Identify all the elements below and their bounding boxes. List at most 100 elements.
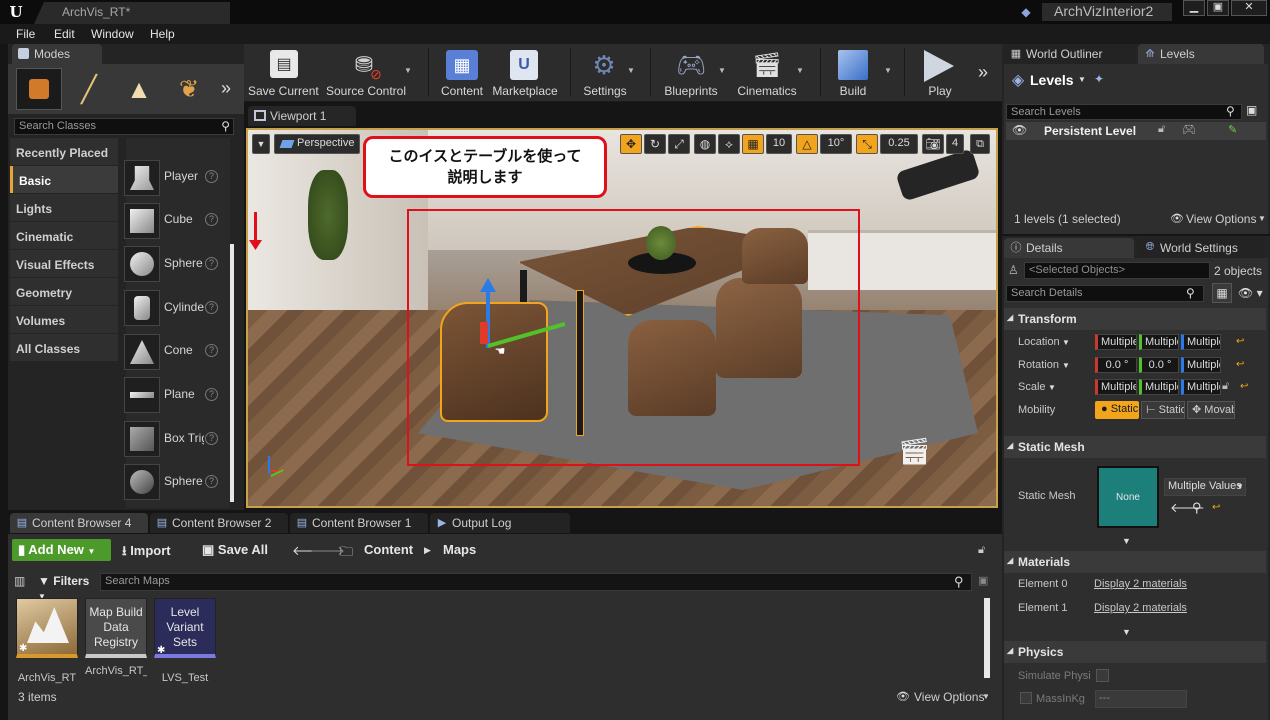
tab-world-settings[interactable]: 🌐︎ World Settings (1138, 238, 1264, 258)
more-toolbar-icon[interactable]: » (978, 62, 988, 83)
surface-snap-icon[interactable]: ⟡ (718, 134, 740, 154)
search-icon[interactable]: ⚲ (1186, 286, 1195, 300)
translate-tool-icon[interactable]: ✥ (620, 134, 642, 154)
chevron-down-icon[interactable]: ▼ (796, 66, 804, 75)
class-cylinder-label[interactable]: Cylinder (164, 300, 204, 314)
selected-objects-field[interactable]: <Selected Objects> (1024, 262, 1210, 279)
asset-tile-archvis-rt[interactable]: ✱ (16, 598, 78, 658)
help-icon[interactable]: ? (205, 344, 218, 357)
perspective-button[interactable]: Perspective (274, 134, 360, 154)
class-player-thumb[interactable] (124, 160, 160, 196)
view-options-button[interactable]: View Options (914, 690, 984, 704)
grid-snap-value[interactable]: 10 (766, 134, 792, 154)
levels-settings-icon[interactable]: ✦ (1094, 72, 1104, 86)
rotation-snap-icon[interactable]: △ (796, 134, 818, 154)
physics-section-header[interactable]: ◢ Physics (1004, 641, 1266, 663)
location-z-field[interactable]: Multiple Values (1181, 334, 1221, 350)
static-mesh-thumbnail[interactable]: None (1097, 466, 1159, 528)
sources-panel-toggle-icon[interactable]: ▥ (14, 574, 25, 588)
simulate-physics-checkbox[interactable] (1096, 669, 1109, 682)
category-geometry[interactable]: Geometry (10, 278, 118, 305)
tab-modes[interactable]: Modes (12, 44, 102, 64)
folder-icon[interactable]: 🗀 (340, 543, 353, 565)
maximize-button[interactable]: ▣ (1207, 0, 1229, 16)
static-mesh-section-header[interactable]: ◢ Static Mesh (1004, 436, 1266, 458)
help-icon[interactable]: ? (205, 170, 218, 183)
cinematics-button[interactable]: 🎬︎ Cinematics (734, 48, 800, 99)
element0-materials-link[interactable]: Display 2 materials (1094, 578, 1187, 590)
view-options-eye-icon[interactable]: 👁︎ (1170, 212, 1184, 225)
landscape-mode-icon[interactable]: ▲ (116, 68, 162, 110)
category-cinematic[interactable]: Cinematic (10, 222, 118, 249)
rotation-y-field[interactable]: 0.0 ° (1139, 357, 1179, 373)
tab-levels[interactable]: ⟰ Levels (1138, 44, 1264, 64)
content-button[interactable]: ▦ Content (434, 48, 490, 98)
level-color-icon[interactable]: ✎ (1228, 123, 1237, 136)
mobility-movable-button[interactable]: ✥ Movable (1187, 401, 1235, 419)
chevron-down-icon[interactable]: ▼ (982, 692, 990, 701)
menu-file[interactable]: File (16, 27, 35, 41)
level-blueprint-icon[interactable]: 🎮︎ (1182, 123, 1196, 136)
help-icon[interactable]: ? (205, 213, 218, 226)
levels-menu-icon[interactable]: ◈ (1008, 70, 1028, 90)
search-maps-input[interactable]: Search Maps (100, 573, 972, 591)
blueprints-button[interactable]: 🎮︎ Blueprints (660, 48, 722, 99)
asset-tile-lvs-test[interactable]: Level Variant Sets ✱ (154, 598, 216, 658)
maximize-viewport-icon[interactable]: ⧉ (970, 134, 990, 154)
lock-icon[interactable]: 🔓︎ (1158, 123, 1165, 136)
category-all-classes[interactable]: All Classes (10, 334, 118, 361)
class-cube-thumb[interactable] (124, 203, 160, 239)
chevron-down-icon[interactable]: ▼ (884, 66, 892, 75)
rotation-z-field[interactable]: Multiple Values (1181, 357, 1221, 373)
class-plane-label[interactable]: Plane (164, 387, 204, 401)
rotate-tool-icon[interactable]: ↻ (644, 134, 666, 154)
path-content[interactable]: Content (364, 542, 413, 557)
chevron-down-icon[interactable]: ▼ (1062, 338, 1070, 347)
class-box-trigger-label[interactable]: Box Trigger (164, 431, 204, 445)
lock-icon[interactable]: 🔓︎ (1222, 380, 1229, 393)
category-basic[interactable]: Basic (10, 166, 118, 193)
path-maps[interactable]: Maps (443, 542, 476, 557)
rotation-x-field[interactable]: 0.0 ° (1095, 357, 1137, 373)
scale-snap-value[interactable]: 0.25 (880, 134, 918, 154)
rotation-snap-value[interactable]: 10° (820, 134, 852, 154)
tab-content-browser-1[interactable]: ▤ Content Browser 1 (290, 513, 428, 533)
source-control-button[interactable]: ⛃ ⊘ Source Control (324, 48, 408, 98)
help-icon[interactable]: ? (205, 257, 218, 270)
save-search-icon[interactable]: ▣ (978, 574, 988, 587)
level-tab[interactable]: ArchVis_RT* (34, 2, 230, 24)
scale-y-field[interactable]: Multiple Values (1139, 379, 1179, 395)
visibility-eye-icon[interactable]: 👁︎ (1012, 123, 1027, 137)
search-levels-input[interactable]: Search Levels (1006, 104, 1242, 120)
add-new-button[interactable]: ▮ Add New ▼ (12, 539, 111, 561)
tab-output-log[interactable]: ▶ Output Log (430, 513, 570, 533)
menu-window[interactable]: Window (91, 27, 134, 41)
levels-save-icon[interactable]: ▣ (1246, 103, 1257, 117)
class-box-trigger-thumb[interactable] (124, 421, 160, 457)
place-mode-icon[interactable] (16, 68, 62, 110)
asset-view-scrollbar[interactable] (984, 598, 990, 678)
persistent-level-row[interactable]: 👁︎ Persistent Level 🔓︎ 🎮︎ ✎ (1006, 122, 1266, 140)
scale-tool-icon[interactable]: ⤢ (668, 134, 690, 154)
mass-checkbox[interactable] (1020, 692, 1032, 704)
rotation-label[interactable]: Rotation (1018, 359, 1059, 371)
scale-x-field[interactable]: Multiple Values (1095, 379, 1137, 395)
category-volumes[interactable]: Volumes (10, 306, 118, 333)
grid-snap-icon[interactable]: ▦ (742, 134, 764, 154)
close-button[interactable]: ✕ (1231, 0, 1267, 16)
levels-dropdown[interactable]: Levels (1030, 72, 1074, 88)
view-options-eye-icon[interactable]: 👁︎ (896, 690, 910, 703)
class-cone-label[interactable]: Cone (164, 343, 204, 357)
class-cylinder-thumb[interactable] (124, 290, 160, 326)
class-player-label[interactable]: Player (164, 169, 204, 183)
materials-section-header[interactable]: ◢ Materials (1004, 551, 1266, 573)
mass-in-kg-field[interactable]: --- (1095, 690, 1187, 708)
scale-label[interactable]: Scale (1018, 381, 1046, 393)
viewport-options-button[interactable]: ▼ (252, 134, 270, 154)
scale-snap-icon[interactable]: ⤡ (856, 134, 878, 154)
reset-arrow-icon[interactable]: ↩ (1240, 381, 1248, 392)
class-sphere-label[interactable]: Sphere (164, 256, 204, 270)
minimize-button[interactable]: ▁ (1183, 0, 1205, 16)
browse-search-icon[interactable]: ⚲ (1192, 500, 1202, 516)
paint-mode-icon[interactable]: ╱ (66, 68, 112, 110)
